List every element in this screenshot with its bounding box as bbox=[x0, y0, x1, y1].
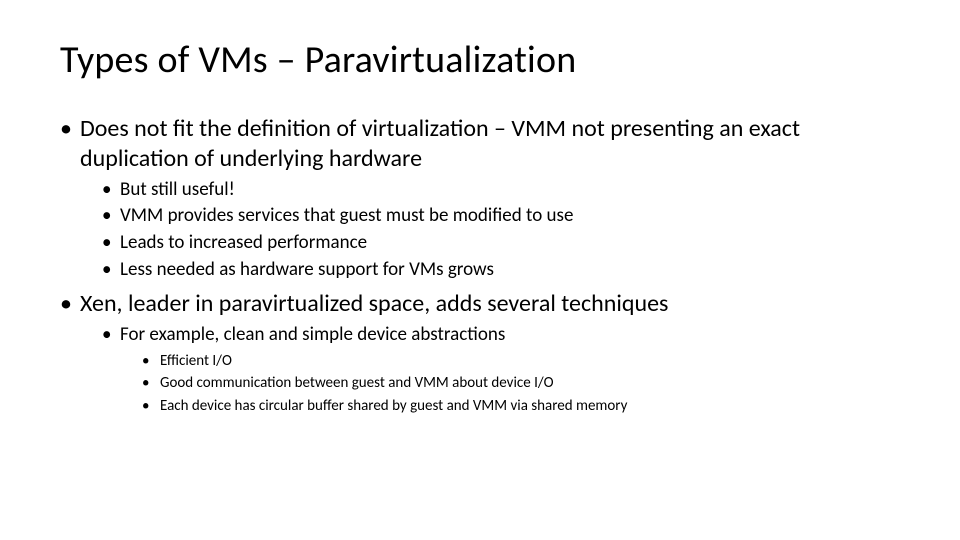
bullet-sublist: Efficient I/O Good communication between… bbox=[160, 351, 900, 416]
bullet-level1: Xen, leader in paravirtualized space, ad… bbox=[80, 289, 900, 416]
slide: Types of VMs – Paravirtualization Does n… bbox=[0, 0, 960, 540]
bullet-level3: Good communication between guest and VMM… bbox=[160, 373, 900, 393]
bullet-sublist: For example, clean and simple device abs… bbox=[120, 323, 900, 416]
bullet-level2: Leads to increased performance bbox=[120, 231, 900, 256]
bullet-text: For example, clean and simple device abs… bbox=[120, 323, 505, 346]
bullet-level2: But still useful! bbox=[120, 178, 900, 203]
bullet-list: Does not fit the definition of virtualiz… bbox=[80, 114, 900, 416]
bullet-level3: Each device has circular buffer shared b… bbox=[160, 396, 900, 416]
bullet-level2: Less needed as hardware support for VMs … bbox=[120, 258, 900, 283]
bullet-sublist: But still useful! VMM provides services … bbox=[120, 178, 900, 283]
bullet-level3: Efficient I/O bbox=[160, 351, 900, 371]
bullet-text: Xen, leader in paravirtualized space, ad… bbox=[80, 289, 668, 318]
bullet-level1: Does not fit the definition of virtualiz… bbox=[80, 114, 900, 283]
bullet-text: Does not fit the definition of virtualiz… bbox=[80, 114, 800, 173]
slide-title: Types of VMs – Paravirtualization bbox=[60, 40, 900, 82]
bullet-level2: VMM provides services that guest must be… bbox=[120, 204, 900, 229]
bullet-level2: For example, clean and simple device abs… bbox=[120, 323, 900, 416]
